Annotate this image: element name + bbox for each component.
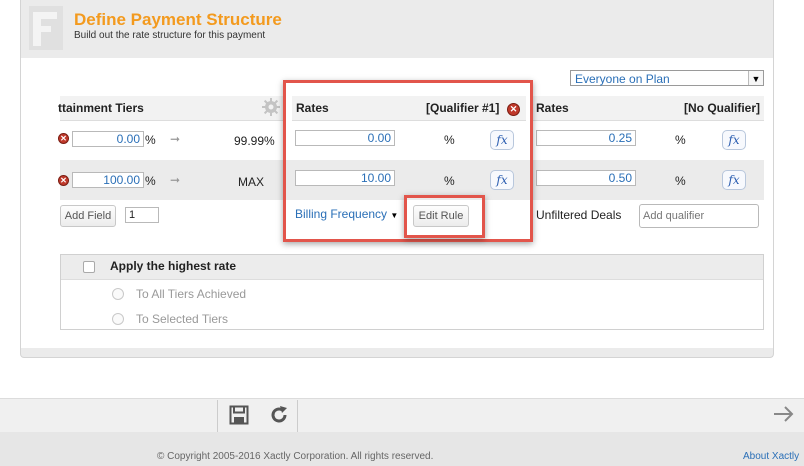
logo-icon	[29, 6, 63, 50]
delete-qualifier-icon[interactable]: ✕	[507, 103, 520, 116]
noq-rate-input[interactable]: 0.25	[536, 130, 636, 146]
page-title: Define Payment Structure	[74, 10, 282, 29]
add-field-button[interactable]: Add Field	[60, 205, 116, 227]
tier-from-unit: %	[145, 133, 156, 147]
toolbar-divider	[217, 400, 218, 432]
noq-qualifier-header: [No Qualifier]	[684, 101, 761, 115]
apply-highest-rate-label: Apply the highest rate	[110, 259, 237, 273]
save-icon[interactable]	[229, 405, 249, 428]
billing-frequency-select[interactable]: Billing Frequency ▼	[295, 207, 398, 221]
tier-to-value: 99.99%	[234, 134, 275, 148]
noq-rate-unit: %	[675, 133, 686, 147]
noq-rate-input[interactable]: 0.50	[536, 170, 636, 186]
gear-icon[interactable]	[262, 98, 280, 119]
tier-from-unit: %	[145, 174, 156, 188]
formula-button[interactable]: fx	[490, 170, 514, 190]
toolbar-divider	[297, 400, 298, 432]
about-link[interactable]: About Xactly	[743, 451, 799, 462]
tier-from-input[interactable]: 100.00	[72, 172, 144, 188]
noq-rates-header: Rates	[536, 101, 569, 115]
tier-from-input[interactable]: 0.00	[72, 131, 144, 147]
bottom-toolbar	[0, 398, 804, 433]
add-field-count-input[interactable]: 1	[125, 207, 159, 223]
unfiltered-deals-label: Unfiltered Deals	[536, 208, 622, 222]
q1-rate-unit: %	[444, 133, 455, 147]
formula-button[interactable]: fx	[722, 170, 746, 190]
tier-to-value: MAX	[238, 175, 265, 189]
refresh-icon[interactable]	[268, 404, 290, 429]
edit-rule-button[interactable]: Edit Rule	[413, 205, 469, 227]
selected-tiers-label: To Selected Tiers	[136, 312, 229, 326]
add-qualifier-input[interactable]	[639, 204, 759, 228]
formula-button[interactable]: fx	[490, 130, 514, 150]
q1-rate-input[interactable]: 0.00	[295, 130, 395, 146]
all-tiers-radio[interactable]	[112, 288, 124, 300]
apply-highest-rate-checkbox[interactable]	[83, 261, 95, 273]
arrow-right-icon: ➞	[170, 173, 181, 187]
delete-tier-icon[interactable]: ✕	[58, 133, 69, 144]
q1-qualifier-header: [Qualifier #1]	[426, 101, 500, 115]
q1-rate-input[interactable]: 10.00	[295, 170, 395, 186]
formula-button[interactable]: fx	[722, 130, 746, 150]
delete-tier-icon[interactable]: ✕	[58, 175, 69, 186]
q1-rates-header: Rates	[296, 101, 329, 115]
noq-rate-unit: %	[675, 174, 686, 188]
plan-select-value: Everyone on Plan	[575, 72, 670, 86]
chevron-down-icon[interactable]: ▼	[748, 71, 763, 85]
plan-select[interactable]: Everyone on Plan ▼	[570, 70, 764, 86]
tiers-header: ttainment Tiers	[58, 101, 144, 115]
tier-row-bg	[60, 160, 764, 200]
arrow-right-icon: ➞	[170, 132, 181, 146]
all-tiers-label: To All Tiers Achieved	[136, 287, 247, 301]
q1-rate-unit: %	[444, 174, 455, 188]
page-subtitle: Build out the rate structure for this pa…	[74, 30, 266, 41]
chevron-down-icon[interactable]: ▼	[390, 211, 398, 220]
billing-frequency-label: Billing Frequency	[295, 207, 388, 221]
selected-tiers-radio[interactable]	[112, 313, 124, 325]
next-arrow-icon[interactable]	[773, 404, 795, 427]
copyright-text: © Copyright 2005-2016 Xactly Corporation…	[157, 451, 434, 462]
